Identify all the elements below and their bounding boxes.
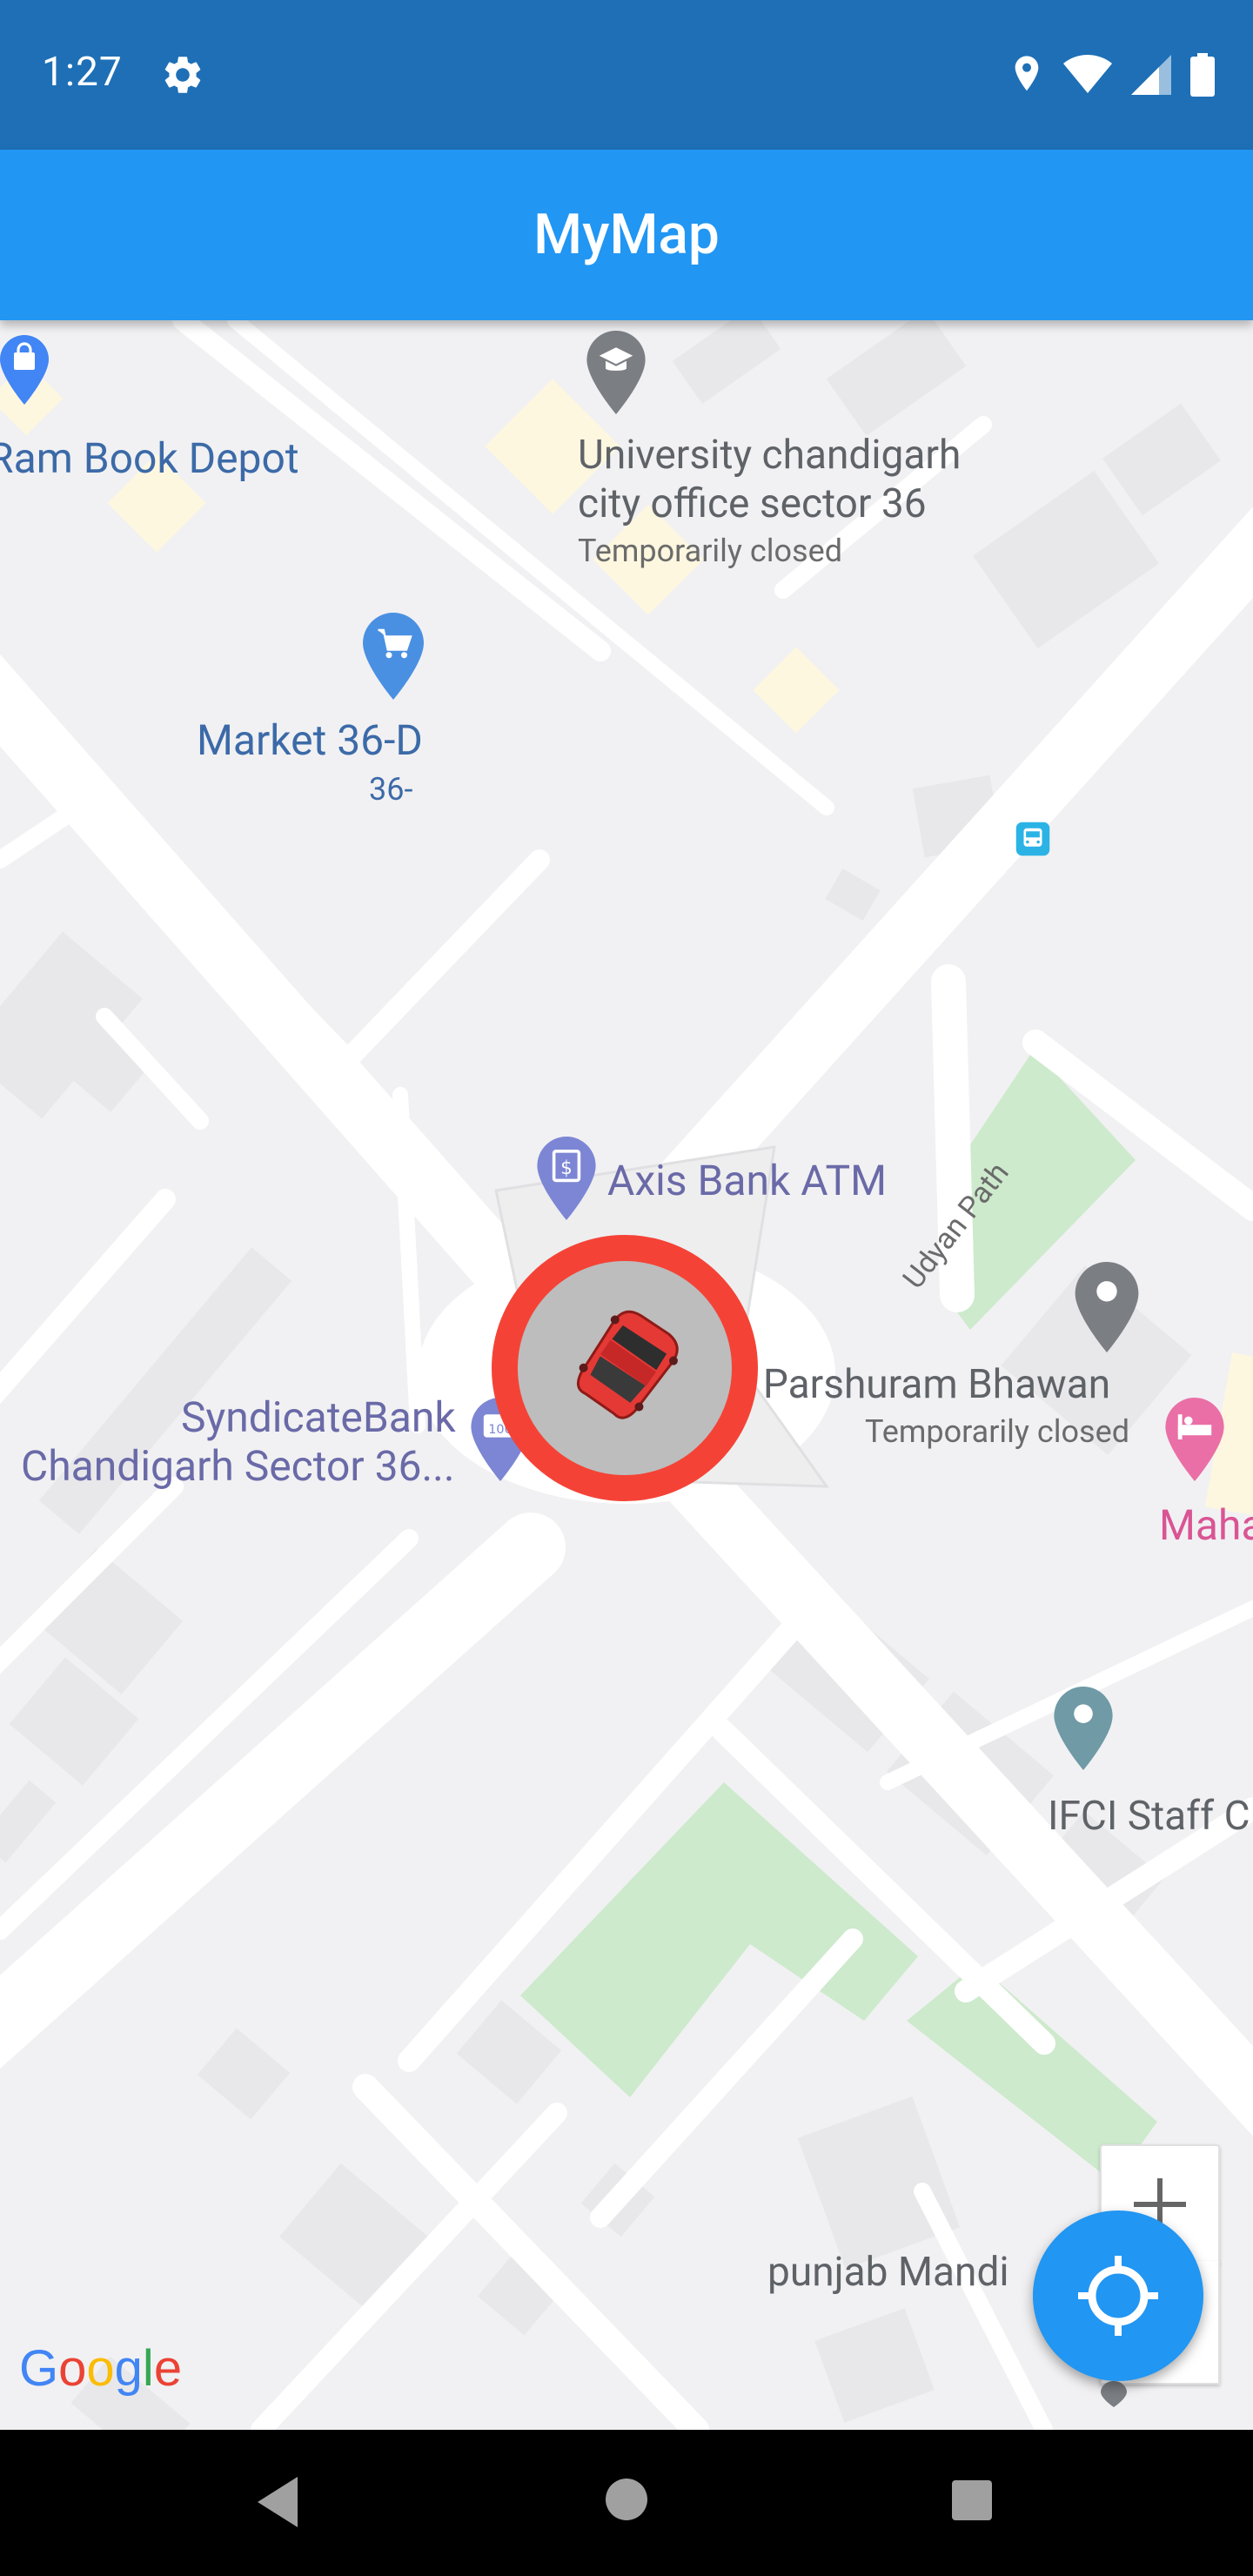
my-location-icon [1078,2256,1158,2336]
place-pin-icon-2[interactable] [1053,1687,1114,1770]
signal-icon [1131,55,1171,95]
car-location-marker[interactable] [492,1235,758,1501]
poi-label-syndicate-line1[interactable]: SyndicateBank [181,1392,456,1442]
status-icons [1009,50,1215,99]
place-pin-icon[interactable] [1074,1262,1140,1352]
google-logo: Google [19,2340,183,2397]
poi-label-maha[interactable]: Maha [1159,1500,1253,1550]
status-bar: 1:27 [0,0,1253,150]
poi-status-university: Temporarily closed [578,533,842,569]
hotel-pin-icon[interactable] [1164,1398,1225,1481]
home-icon[interactable] [602,2475,651,2524]
poi-label-punjab-mandi[interactable]: punjab Mandi [767,2249,1009,2296]
back-icon[interactable] [252,2473,305,2531]
poi-status-parshuram: Temporarily closed [865,1413,1129,1450]
poi-label-ifci[interactable]: IFCI Staff C [1048,1793,1250,1840]
recents-icon[interactable] [948,2477,995,2524]
school-pin-icon[interactable] [585,331,647,414]
svg-text:$: $ [560,1157,573,1179]
battery-icon [1190,53,1215,97]
bus-stop-icon[interactable] [1015,821,1051,857]
poi-label-axis-atm[interactable]: Axis Bank ATM [607,1156,887,1205]
poi-label-university-line1[interactable]: University chandigarh [578,432,961,479]
system-nav-bar [0,2430,1253,2576]
gear-icon [164,57,201,93]
poi-label-market-sub: 36- [369,771,413,808]
my-location-button[interactable] [1033,2210,1203,2381]
app-bar: MyMap [0,150,1253,320]
poi-label-university-line2[interactable]: city office sector 36 [578,480,927,527]
poi-label-ram-book-depot[interactable]: Ram Book Depot [0,433,299,483]
location-icon [1015,56,1039,91]
page-title: MyMap [533,202,720,267]
shopping-cart-pin-icon[interactable] [362,613,425,700]
status-time: 1:27 [42,49,123,96]
wifi-icon [1063,55,1112,93]
poi-label-market[interactable]: Market 36-D [197,715,423,765]
atm-pin-icon[interactable]: $ [536,1137,597,1220]
poi-label-syndicate-line2[interactable]: Chandigarh Sector 36... [21,1441,455,1491]
place-pin-icon-3[interactable] [1098,2381,1129,2407]
shopping-bag-pin-icon[interactable] [0,335,49,405]
map-view[interactable]: $ 100 Ram Book Depot University chandiga… [0,320,1253,2430]
